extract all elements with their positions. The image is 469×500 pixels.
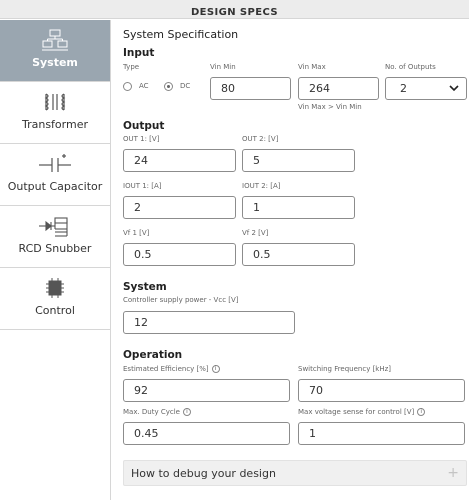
top-bar: DESIGN SPECS [0, 0, 469, 19]
vin-min-input[interactable]: 80 [210, 77, 291, 100]
info-icon[interactable]: i [211, 365, 220, 373]
vf1-label: Vf 1 [V] [123, 229, 150, 237]
info-icon[interactable]: i [417, 408, 426, 416]
sidebar-item-label: Transformer [21, 118, 88, 131]
sidebar: System Transformer Output Capacitor RCD … [0, 20, 111, 500]
radio-dc[interactable] [164, 82, 173, 91]
output-heading: Output [123, 120, 165, 132]
outputs-select[interactable]: 2 [385, 77, 467, 100]
vsense-input[interactable]: 1 [298, 422, 465, 445]
chevron-down-icon [448, 78, 460, 106]
iout2-label: IOUT 2: [A] [242, 182, 281, 190]
info-icon[interactable]: i [183, 408, 191, 416]
vsense-label: Max voltage sense for control [V] [298, 408, 415, 416]
vcc-input[interactable]: 12 [123, 311, 295, 334]
vf1-input[interactable]: 0.5 [123, 243, 236, 266]
section-title: System Specification [123, 28, 239, 41]
iout1-input[interactable]: 2 [123, 196, 236, 219]
out2-input[interactable]: 5 [242, 149, 355, 172]
snubber-icon [0, 215, 110, 237]
sidebar-item-label: Control [35, 304, 75, 317]
sidebar-item-label: Output Capacitor [7, 180, 103, 193]
vsense-label-row: Max voltage sense for control [V] i [298, 408, 426, 416]
radio-ac-label: AC [139, 82, 149, 90]
vin-min-label: Vin Min [210, 63, 236, 71]
radio-dc-label: DC [180, 82, 191, 90]
vf2-label: Vf 2 [V] [242, 229, 269, 237]
vin-max-input[interactable]: 264 [298, 77, 379, 100]
page-title: DESIGN SPECS [190, 7, 278, 18]
sidebar-item-label: RCD Snubber [18, 242, 92, 255]
vin-note: Vin Max > Vin Min [298, 103, 362, 111]
debug-accordion-label: How to debug your design [131, 467, 276, 480]
vin-max-label: Vin Max [298, 63, 326, 71]
vf2-input[interactable]: 0.5 [242, 243, 355, 266]
outputs-value: 2 [400, 82, 407, 95]
vcc-label: Controller supply power - Vcc [V] [123, 296, 239, 304]
debug-accordion[interactable]: How to debug your design + [123, 460, 467, 486]
radio-ac[interactable] [123, 82, 132, 91]
switching-frequency-input[interactable]: 70 [298, 379, 465, 402]
chip-icon [0, 277, 110, 299]
sidebar-item-rcd-snubber[interactable]: RCD Snubber [0, 206, 110, 268]
sidebar-item-label: System [32, 56, 78, 69]
input-heading: Input [123, 47, 155, 59]
system-heading: System [123, 281, 167, 293]
duty-cycle-label: Max. Duty Cycle [123, 408, 180, 416]
duty-cycle-input[interactable]: 0.45 [123, 422, 290, 445]
efficiency-label-row: Estimated Efficiency [%] i [123, 365, 220, 373]
transformer-icon [0, 91, 110, 113]
out1-input[interactable]: 24 [123, 149, 236, 172]
switching-frequency-label: Switching Frequency [kHz] [298, 365, 392, 373]
out1-label: OUT 1: [V] [123, 135, 160, 143]
duty-label-row: Max. Duty Cycle i [123, 408, 191, 416]
system-specification-panel: System Specification Input Type AC DC Vi… [111, 20, 469, 500]
capacitor-icon [0, 153, 110, 175]
efficiency-input[interactable]: 92 [123, 379, 290, 402]
system-icon [0, 29, 110, 51]
operation-heading: Operation [123, 349, 183, 361]
sidebar-item-control[interactable]: Control [0, 268, 110, 330]
type-label: Type [123, 63, 140, 71]
efficiency-label: Estimated Efficiency [%] [123, 365, 209, 373]
plus-icon: + [447, 465, 459, 481]
sidebar-item-system[interactable]: System [0, 20, 110, 82]
outputs-label: No. of Outputs [385, 63, 436, 71]
sidebar-item-transformer[interactable]: Transformer [0, 82, 110, 144]
iout2-input[interactable]: 1 [242, 196, 355, 219]
iout1-label: IOUT 1: [A] [123, 182, 162, 190]
out2-label: OUT 2: [V] [242, 135, 279, 143]
sidebar-item-output-capacitor[interactable]: Output Capacitor [0, 144, 110, 206]
